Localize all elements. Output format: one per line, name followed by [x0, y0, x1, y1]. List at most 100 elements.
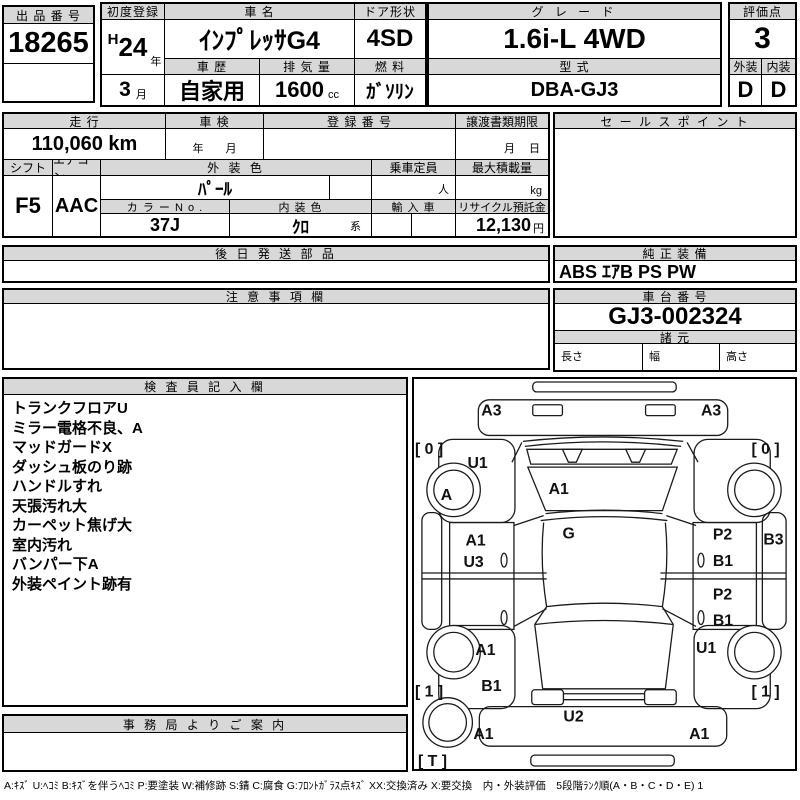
history-value: 自家用 — [165, 75, 260, 105]
history-label: 車 歴 — [165, 59, 260, 75]
displacement-value: 1600 — [275, 77, 324, 102]
legend-line: A:ｷｽﾞ U:ﾍｺﾐ B:ｷｽﾞを伴うﾍｺﾐ P:要塗装 W:補修跡 S:錆 … — [4, 780, 704, 792]
office-label: 事 務 局 よ り ご 案 内 — [4, 716, 406, 733]
displacement-cell: 1600 cc — [260, 75, 355, 105]
capacity-unit: 人 — [372, 176, 456, 200]
inspector-note-line: 外装ペイント跡有 — [12, 575, 133, 593]
interior-grade-label: 内装 — [762, 59, 795, 75]
inspection-value: 年 月 — [166, 129, 264, 160]
caution-box: 注 意 事 項 欄 — [2, 288, 550, 370]
inspector-note-line: ダッシュ板のり跡 — [12, 458, 133, 476]
score-box: 評価点 3 外装 内装 D D — [728, 2, 797, 107]
auction-number-box: 出 品 番 号 18265 — [2, 5, 95, 103]
car-diagram-box: A3 A3 [ 0 ] [ 0 ] U1 A A1 G A1 U3 P2 B1 B3 P2 B1 A1 U1 B1… — [412, 377, 797, 771]
inspector-label: 検 査 員 記 入 欄 — [4, 379, 406, 395]
import-cell-1 — [372, 214, 412, 236]
ac-value: AAC — [53, 176, 101, 236]
car-name-value: ｲﾝﾌﾟﾚｯｻG4 — [165, 20, 355, 59]
diagram-label: B1 — [713, 553, 733, 570]
diagram-label: A1 — [549, 481, 569, 498]
diagram-label: A3 — [701, 403, 721, 420]
model-code-label: 型 式 — [429, 59, 720, 75]
mileage-color-table: 走 行 車 検 登 録 番 号 譲渡書類期限 110,060 km 年 月 月 … — [2, 112, 550, 238]
diagram-label: P2 — [713, 587, 733, 604]
first-registration-month: 3 — [119, 78, 131, 101]
diagram-label: [ 1 ] — [751, 684, 779, 701]
inspector-box: 検 査 員 記 入 欄 トランクフロアU ミラー電格不良、A マッドガードX ダッシュ… — [2, 377, 408, 707]
office-box: 事 務 局 よ り ご 案 内 — [2, 714, 408, 772]
door-shape-value: 4SD — [355, 20, 425, 59]
spec-height-label: 高さ — [726, 351, 748, 363]
sales-point-box: セ ー ル ス ポ イ ン ト — [553, 112, 797, 238]
auction-sheet: 出 品 番 号 18265 初度登録 車 名 ドア形状 H 24 年 3 月 ｲ… — [0, 0, 800, 800]
max-load-unit: kg — [456, 176, 548, 200]
ac-label: エアコン — [53, 160, 101, 176]
diagram-label: A1 — [465, 532, 485, 549]
door-shape-label: ドア形状 — [355, 4, 425, 20]
later-parts-label: 後 日 発 送 部 品 — [4, 247, 548, 261]
diagram-label: B1 — [481, 678, 501, 695]
inspector-note-line: カーペット焦げ大 — [12, 517, 133, 534]
exterior-color-value: ﾊﾟｰﾙ — [101, 176, 330, 200]
diagram-label: A — [441, 487, 453, 504]
diagram-label: P2 — [713, 526, 733, 543]
grade-label: グ レ ー ド — [429, 4, 720, 20]
chassis-number-value: GJ3-002324 — [555, 304, 795, 331]
exterior-grade-value: D — [730, 75, 762, 105]
inspector-note-line: マッドガードX — [12, 439, 113, 456]
import-label: 輸 入 車 — [372, 200, 456, 214]
oem-equipment-label: 純 正 装 備 — [555, 247, 795, 261]
oem-equipment-box: 純 正 装 備 ABS ｴｱB PS PW — [553, 245, 797, 283]
transfer-deadline-label: 譲渡書類期限 — [456, 114, 548, 129]
mileage-value: 110,060 km — [4, 129, 166, 160]
first-registration-year-cell: H 24 年 — [102, 20, 165, 75]
transfer-deadline-value: 月 日 — [456, 129, 548, 160]
shift-label: シフト — [4, 160, 53, 176]
capacity-label: 乗車定員 — [372, 160, 456, 176]
oem-equipment-value: ABS ｴｱB PS PW — [559, 262, 697, 281]
diagram-label: U1 — [467, 455, 487, 472]
mileage-label: 走 行 — [4, 114, 166, 129]
chassis-box: 車 台 番 号 GJ3-002324 諸 元 長さ 幅 高さ — [553, 288, 797, 372]
grade-box: グ レ ー ド 1.6i-L 4WD 型 式 DBA-GJ3 — [427, 2, 722, 107]
score-value: 3 — [730, 20, 795, 59]
interior-color-value: ｸﾛ — [292, 217, 309, 237]
diagram-label: A3 — [481, 403, 501, 420]
interior-color-label: 内 装 色 — [230, 200, 372, 214]
inspection-label: 車 検 — [166, 114, 264, 129]
displacement-label: 排 気 量 — [260, 59, 355, 75]
auction-number-label: 出 品 番 号 — [4, 7, 93, 24]
registration-number-label: 登 録 番 号 — [264, 114, 456, 129]
inspector-note-line: 室内汚れ — [12, 536, 73, 554]
car-name-label: 車 名 — [165, 4, 355, 20]
spec-width-label: 幅 — [643, 344, 720, 370]
diagram-label: [ 0 ] — [415, 441, 443, 458]
month-unit: 月 — [135, 89, 147, 101]
exterior-grade-label: 外装 — [730, 59, 762, 75]
diagram-label: B1 — [713, 612, 733, 629]
diagram-label: U2 — [563, 708, 583, 725]
interior-color-cell: ｸﾛ 系 — [230, 214, 372, 236]
diagram-label: U1 — [696, 640, 716, 657]
interior-grade-value: D — [770, 77, 787, 102]
diagram-label: A1 — [689, 726, 709, 743]
caution-label: 注 意 事 項 欄 — [4, 290, 548, 304]
score-label: 評価点 — [730, 4, 795, 20]
recycle-fee-value: 12,130 — [475, 214, 531, 235]
spec-length-label: 長さ — [555, 344, 643, 370]
import-cell-2 — [412, 214, 456, 236]
inspector-notes: トランクフロアU ミラー電格不良、A マッドガードX ダッシュ板のり跡 ハンドルすれ 天張… — [12, 399, 402, 594]
recycle-fee-cell: 12,130 円 — [456, 214, 548, 236]
diagram-label: [ 1 ] — [415, 684, 443, 701]
color-number-label: カ ラ ー N o . — [101, 200, 230, 214]
diagram-label: U3 — [463, 554, 483, 571]
later-parts-box: 後 日 発 送 部 品 — [2, 245, 550, 283]
inspector-note-line: 天張汚れ大 — [12, 497, 88, 515]
first-registration-year: 24 — [118, 31, 148, 62]
auction-number-value: 18265 — [4, 24, 93, 64]
era-letter: H — [107, 30, 119, 48]
sales-point-label: セ ー ル ス ポ イ ン ト — [555, 114, 795, 129]
grade-value: 1.6i-L 4WD — [429, 20, 720, 59]
vehicle-info-table: 初度登録 車 名 ドア形状 H 24 年 3 月 ｲﾝﾌﾟﾚｯｻG4 車 歴 排… — [100, 2, 427, 107]
fuel-value: ｶﾞｿﾘﾝ — [366, 81, 414, 103]
